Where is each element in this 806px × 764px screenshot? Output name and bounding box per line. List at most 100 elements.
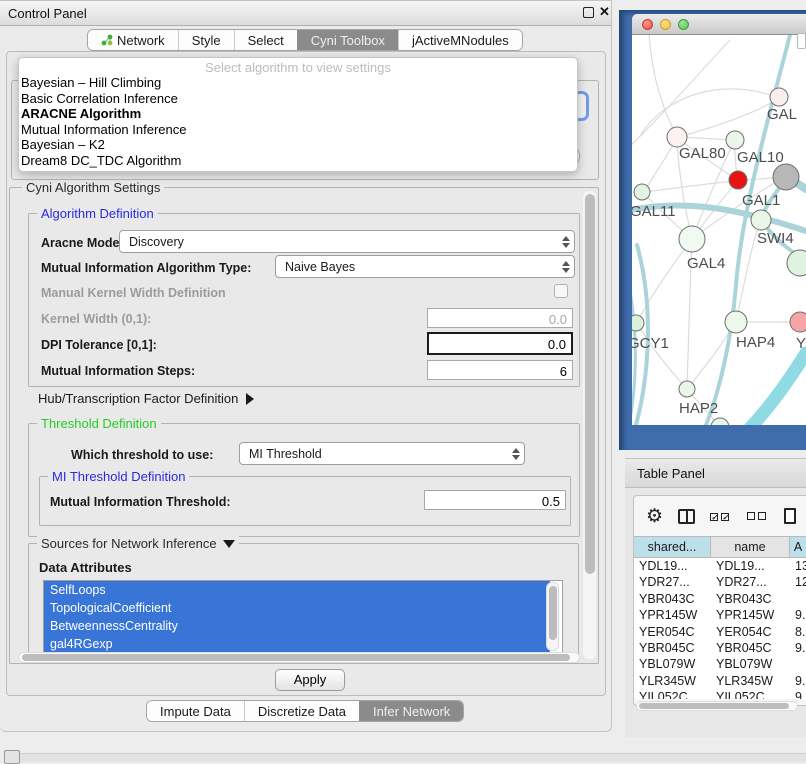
kernel-width-field[interactable] (427, 308, 573, 328)
algorithm-item[interactable]: Mutual Information Inference (19, 122, 577, 138)
expander-right-icon (246, 393, 254, 405)
checked-pair-icon[interactable]: ✓✓ (710, 507, 732, 525)
attribute-item-selected[interactable]: TopologicalCoefficient (44, 599, 550, 617)
tab-jactivemnodules[interactable]: jActiveMNodules (398, 30, 522, 50)
table-cell: YBL079W (634, 656, 711, 672)
network-node[interactable] (770, 88, 788, 106)
gear-icon[interactable]: ⚙ (646, 507, 663, 526)
algorithm-item[interactable]: Bayesian – K2 (19, 137, 577, 153)
network-node[interactable] (726, 131, 744, 149)
network-edge (644, 141, 675, 192)
tab-label: Network (117, 33, 165, 48)
network-node[interactable] (679, 226, 705, 252)
node-label: HAP2 (679, 400, 718, 417)
network-node[interactable] (667, 127, 687, 147)
file-icon[interactable] (784, 508, 796, 524)
close-icon[interactable]: ✕ (599, 4, 610, 20)
settings-group-title: Cyni Algorithm Settings (22, 180, 164, 195)
network-node[interactable] (729, 171, 747, 189)
which-threshold-label: Which threshold to use: (71, 448, 213, 462)
tab-label: jActiveMNodules (412, 33, 509, 48)
control-panel-title: Control Panel (8, 6, 87, 21)
table-row[interactable]: YDR27...YDR27...12 (634, 574, 806, 590)
algorithm-item[interactable]: Basic Correlation Inference (19, 91, 577, 107)
table-cell: 9 (790, 689, 806, 699)
table-row[interactable]: YIL052CYIL052C9 (634, 689, 806, 699)
table-row[interactable]: YBR045CYBR045C9. (634, 640, 806, 656)
stepper-arrows-icon (558, 231, 574, 252)
float-icon[interactable] (583, 7, 594, 18)
network-edge (750, 353, 806, 425)
attribute-item-selected[interactable]: BetweennessCentrality (44, 617, 550, 635)
tab-style[interactable]: Style (178, 30, 234, 50)
bottom-tab-infer-network[interactable]: Infer Network (359, 701, 463, 721)
mi-algorithm-type-value: Naive Bayes (276, 260, 558, 274)
apply-button[interactable]: Apply (275, 669, 345, 691)
mi-threshold-field[interactable] (424, 490, 566, 510)
kernel-width-label: Kernel Width (0,1): (41, 312, 151, 326)
sources-group-title[interactable]: Sources for Network Inference (37, 536, 239, 551)
attribute-item-selected[interactable]: SelfLoops (44, 581, 550, 599)
which-threshold-select[interactable]: MI Threshold (239, 442, 525, 465)
table-row[interactable]: YBR043CYBR043C (634, 591, 806, 607)
bottom-tab-label: Discretize Data (258, 704, 346, 719)
node-label: GAL10 (737, 149, 784, 166)
network-edge (632, 280, 635, 425)
table-row[interactable]: YDL19...YDL19...13 (634, 558, 806, 574)
node-label: GAL (767, 106, 797, 123)
bottom-tab-impute-data[interactable]: Impute Data (147, 701, 244, 721)
table-row[interactable]: YER054CYER054C8. (634, 624, 806, 640)
bottom-tab-discretize-data[interactable]: Discretize Data (244, 701, 359, 721)
table-row[interactable]: YLR345WYLR345W9. (634, 673, 806, 689)
algorithm-item[interactable]: Bayesian – Hill Climbing (19, 75, 577, 91)
network-node[interactable] (679, 381, 695, 397)
control-panel-titlebar[interactable]: Control Panel ✕ (0, 1, 611, 26)
settings-h-scrollbar[interactable] (18, 652, 580, 663)
table-panel-titlebar[interactable]: Table Panel (625, 458, 806, 488)
columns-icon[interactable] (678, 509, 695, 524)
tab-network[interactable]: Network (88, 30, 178, 50)
data-attributes-list[interactable]: SelfLoopsTopologicalCoefficientBetweenne… (43, 580, 563, 653)
tab-cyni-toolbox[interactable]: Cyni Toolbox (297, 30, 398, 50)
node-label: GAL80 (679, 145, 726, 162)
manual-kernel-width-label: Manual Kernel Width Definition (41, 286, 226, 300)
algorithm-placeholder: Select algorithm to view settings (19, 60, 577, 75)
table-row[interactable]: YBL079WYBL079W (634, 656, 806, 672)
algorithm-item[interactable]: Dream8 DC_TDC Algorithm (19, 153, 577, 169)
table-cell: 13 (790, 558, 806, 574)
table-panel-inner: ⚙ ✓✓ shared...nameA YDL19...YDL19...13YD… (633, 495, 806, 706)
algorithm-item[interactable]: ARACNE Algorithm (19, 106, 577, 122)
tab-select[interactable]: Select (234, 30, 297, 50)
titlebar-fragment (797, 33, 806, 49)
sources-group: Sources for Network Inference Data Attri… (28, 543, 579, 655)
settings-scrollbar[interactable] (583, 191, 596, 659)
column-header-shared[interactable]: shared... (634, 537, 711, 557)
aracne-mode-value: Discovery (120, 235, 558, 249)
network-node[interactable] (634, 184, 650, 200)
table-h-scrollbar[interactable] (636, 701, 798, 711)
unchecked-pair-icon[interactable] (747, 507, 769, 525)
aracne-mode-select[interactable]: Discovery (119, 230, 575, 253)
column-header-A[interactable]: A (790, 537, 806, 557)
column-header-name[interactable]: name (711, 537, 790, 557)
table-row[interactable]: YPR145WYPR145W9. (634, 607, 806, 623)
network-node[interactable] (790, 312, 806, 332)
network-node[interactable] (751, 210, 771, 230)
network-node[interactable] (787, 250, 806, 276)
network-node[interactable] (773, 164, 799, 190)
mi-steps-field[interactable] (427, 360, 573, 380)
node-table[interactable]: shared...nameA YDL19...YDL19...13YDR27..… (634, 536, 806, 699)
manual-kernel-width-checkbox[interactable] (554, 284, 568, 298)
network-node[interactable] (632, 315, 644, 331)
list-scrollbar[interactable] (546, 582, 559, 651)
close-traffic-icon[interactable] (642, 19, 653, 30)
minimize-traffic-icon[interactable] (660, 19, 671, 30)
attribute-item-selected[interactable]: gal4RGexp (44, 635, 550, 653)
network-node[interactable] (725, 311, 747, 333)
dpi-tolerance-field[interactable] (427, 332, 573, 355)
mi-algorithm-type-select[interactable]: Naive Bayes (275, 255, 575, 278)
zoom-traffic-icon[interactable] (678, 19, 689, 30)
network-titlebar[interactable] (632, 14, 806, 35)
network-canvas[interactable]: GALGAL80GAL10GAL1GAL11SWI4GAL4GCY1HAP4YH… (632, 35, 806, 425)
hub-definition-expander[interactable]: Hub/Transcription Factor Definition (38, 391, 254, 406)
